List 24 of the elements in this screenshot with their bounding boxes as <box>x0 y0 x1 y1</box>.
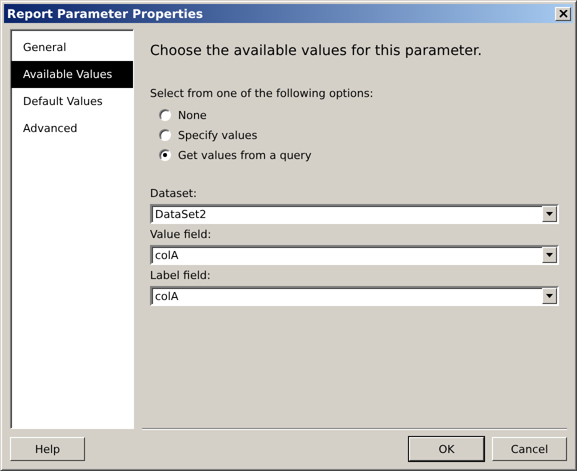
field-label: Dataset: <box>150 187 198 200</box>
window-title: Report Parameter Properties <box>7 6 204 20</box>
sidebar-item[interactable]: Advanced <box>11 115 133 142</box>
field-label: Label field: <box>150 269 212 282</box>
sidebar-item[interactable]: Default Values <box>11 88 133 115</box>
dropdown-field[interactable]: colA <box>150 286 559 306</box>
cancel-button[interactable]: Cancel <box>492 437 567 461</box>
radio-label[interactable]: Get values from a query <box>178 148 312 162</box>
radio-button[interactable] <box>159 149 171 161</box>
close-button[interactable] <box>555 6 571 20</box>
help-button[interactable]: Help <box>10 437 85 461</box>
page-heading: Choose the available values for this parameter. <box>150 43 483 59</box>
dropdown-field[interactable]: DataSet2 <box>150 204 559 224</box>
dropdown-field[interactable]: colA <box>150 245 559 265</box>
sidebar-item[interactable]: Available Values <box>11 61 133 88</box>
radio-label[interactable]: None <box>178 108 207 122</box>
sidebar-item[interactable]: General <box>11 34 133 61</box>
options-label: Select from one of the following options: <box>150 87 374 100</box>
close-icon <box>558 10 568 18</box>
radio-label[interactable]: Specify values <box>178 128 258 142</box>
field-label: Value field: <box>150 228 212 241</box>
radio-button[interactable] <box>159 129 171 141</box>
radio-button[interactable] <box>159 109 171 121</box>
ok-button[interactable]: OK <box>409 437 484 461</box>
